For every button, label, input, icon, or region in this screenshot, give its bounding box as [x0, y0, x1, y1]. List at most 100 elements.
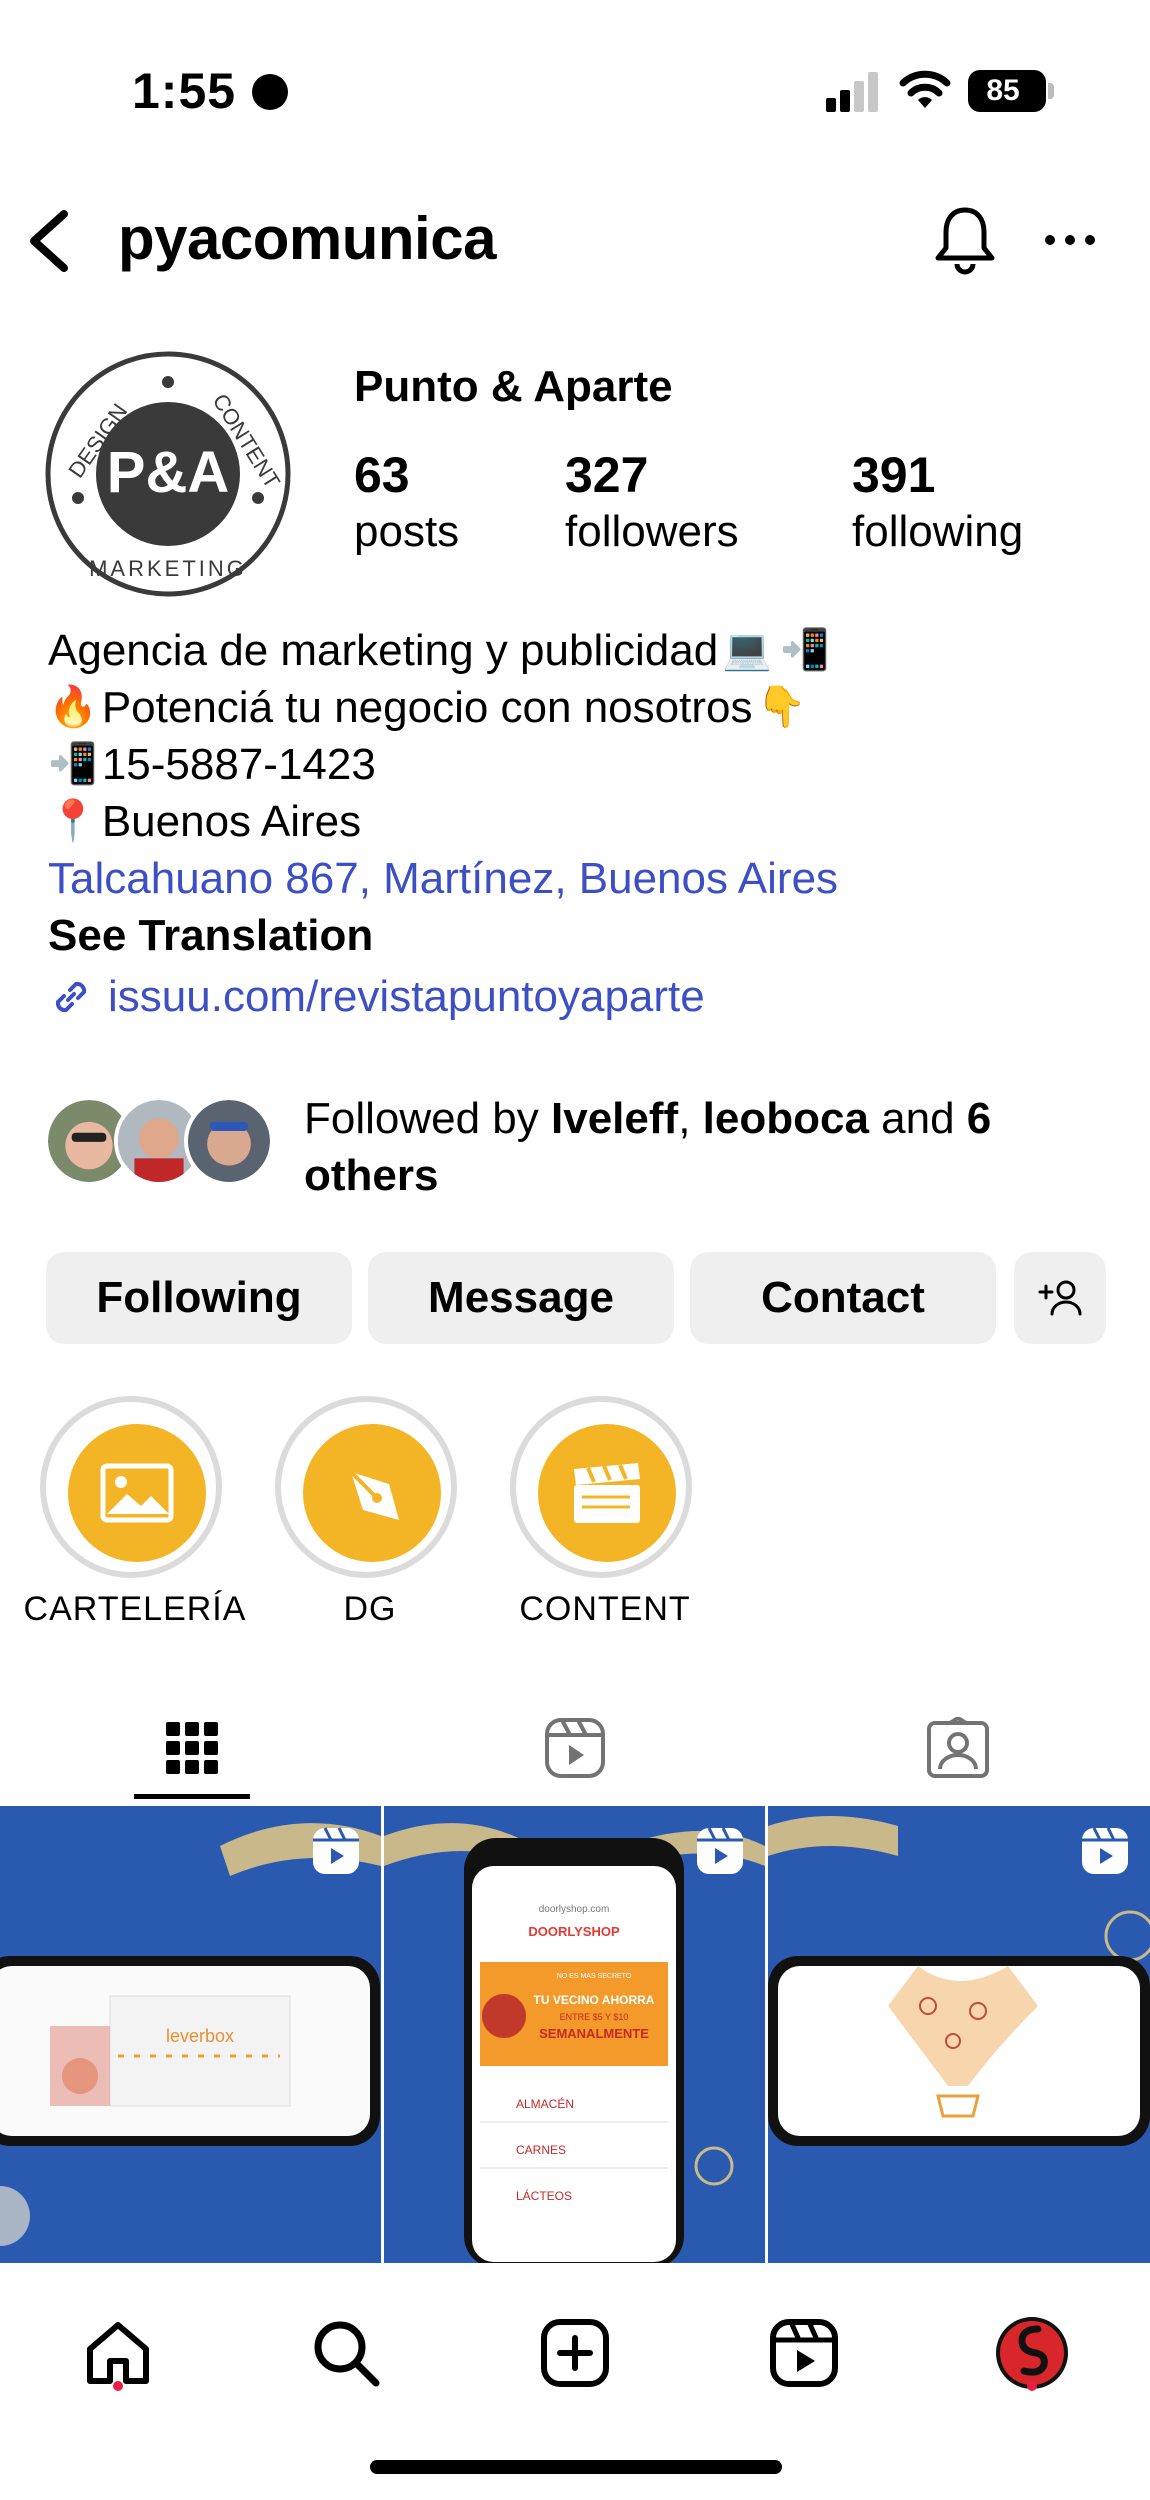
- post-banner-week: SEMANALMENTE: [539, 2026, 649, 2041]
- follower-name[interactable]: Iveleff: [551, 1094, 678, 1143]
- stat-posts-value: 63: [354, 447, 410, 503]
- grid-icon: [165, 1722, 218, 1774]
- tab-reels[interactable]: [383, 1690, 766, 1806]
- battery-icon: 85: [968, 70, 1054, 112]
- following-button[interactable]: Following: [46, 1252, 352, 1344]
- profile-username: pyacomunica: [118, 205, 496, 272]
- story-highlight[interactable]: CARTELERÍA: [24, 1396, 245, 1636]
- fire-emoji-icon: 🔥: [48, 685, 98, 729]
- highlight-ring: [510, 1396, 692, 1578]
- post-site-text: doorlyshop.com: [539, 1904, 610, 1915]
- profile-bio: Agencia de marketing y publicidad 💻 📲 🔥 …: [48, 622, 1108, 1025]
- grid-post[interactable]: [768, 1806, 1150, 2263]
- stat-following-label: following: [852, 507, 1024, 556]
- tab-tagged[interactable]: [766, 1690, 1149, 1806]
- highlight-cover: [538, 1424, 676, 1562]
- grid-post[interactable]: doorlyshop.com DOORLYSHOP NO ES MAS SECR…: [384, 1806, 765, 2263]
- message-button[interactable]: Message: [368, 1252, 674, 1344]
- reel-badge-icon: [313, 1827, 359, 1874]
- profile-avatar: [996, 2317, 1068, 2389]
- link-icon: [55, 981, 87, 1012]
- clapperboard-icon: [574, 1463, 640, 1523]
- stat-posts-label: posts: [354, 507, 460, 556]
- post-brand-text: DOORLYSHOP: [528, 1924, 620, 1939]
- stat-following-value: 391: [852, 447, 936, 503]
- status-time: 1:55: [132, 63, 237, 119]
- highlight-cover: [303, 1424, 441, 1562]
- post-banner-small: NO ES MAS SECRETO: [557, 1973, 632, 1980]
- followed-by-text: Followed by Iveleff, leoboca and 6 other…: [304, 1090, 1104, 1204]
- suggested-accounts-button[interactable]: [1014, 1252, 1106, 1344]
- bio-address-link[interactable]: Talcahuano 867, Martínez, Buenos Aires: [48, 850, 838, 907]
- bio-line: See Translation: [48, 907, 1108, 964]
- bio-phone: 15-5887-1423: [101, 740, 376, 789]
- follower-avatar: [184, 1096, 274, 1186]
- avatar-ring-marketing: MARKETING: [89, 556, 247, 581]
- recording-dot-icon: [252, 74, 288, 110]
- battery-level: 85: [986, 74, 1020, 107]
- phone-arrow-emoji-icon: 📲: [780, 628, 830, 672]
- reels-icon: [544, 1718, 605, 1778]
- grid-post[interactable]: leverbox: [0, 1806, 381, 2263]
- contact-button[interactable]: Contact: [690, 1252, 996, 1344]
- active-tab-indicator: [134, 1794, 250, 1799]
- post-banner-sub: ENTRE $5 Y $10: [560, 2012, 629, 2022]
- wifi-icon: [899, 70, 951, 108]
- profile-display-name: Punto & Aparte: [354, 362, 673, 411]
- more-options-icon[interactable]: [1040, 210, 1100, 270]
- post-brand-text: leverbox: [166, 2026, 234, 2046]
- story-highlight[interactable]: DG: [275, 1396, 465, 1636]
- bio-line: Agencia de marketing y publicidad 💻 📲: [48, 622, 1108, 679]
- home-indicator[interactable]: [370, 2460, 782, 2474]
- tab-posts-grid[interactable]: [0, 1690, 383, 1806]
- pin-emoji-icon: 📍: [48, 799, 98, 843]
- stat-following[interactable]: 391 following: [852, 448, 1023, 560]
- create-icon: [541, 2319, 609, 2387]
- bio-tagline: Potenciá tu negocio con nosotros: [101, 683, 753, 732]
- stat-followers-label: followers: [565, 507, 739, 556]
- nav-reels[interactable]: [754, 2303, 854, 2403]
- see-translation-link[interactable]: See Translation: [48, 907, 373, 964]
- highlight-ring: [275, 1396, 457, 1578]
- bio-description: Agencia de marketing y publicidad: [48, 626, 719, 675]
- story-highlight[interactable]: CONTENT: [510, 1396, 700, 1636]
- highlight-ring: [40, 1396, 222, 1578]
- profile-header: pyacomunica: [0, 190, 1150, 290]
- back-chevron-icon[interactable]: [22, 206, 82, 276]
- bio-line: issuu.com/revistapuntoyaparte: [48, 968, 1108, 1025]
- profile-actions: Following Message Contact: [46, 1252, 1106, 1344]
- reels-icon: [770, 2319, 838, 2387]
- search-icon: [314, 2321, 380, 2387]
- nav-profile-notification-dot: [1027, 2381, 1037, 2391]
- bio-website-link[interactable]: issuu.com/revistapuntoyaparte: [108, 968, 705, 1025]
- nav-create[interactable]: [525, 2303, 625, 2403]
- home-icon: [87, 2322, 149, 2384]
- image-icon: [100, 1463, 174, 1523]
- notifications-bell-icon[interactable]: [930, 202, 1000, 278]
- tagged-icon: [926, 1717, 989, 1778]
- profile-avatar[interactable]: P&A DESIGN CONTENT MARKETING: [44, 350, 292, 598]
- posts-grid: leverbox doorlyshop.com DOORLYSHOP NO ES…: [0, 1806, 1150, 2263]
- bio-city: Buenos Aires: [101, 797, 362, 846]
- bio-line: 🔥 Potenciá tu negocio con nosotros 👇: [48, 679, 1108, 736]
- nav-home-notification-dot: [113, 2381, 123, 2391]
- follower-name[interactable]: leoboca: [703, 1094, 869, 1143]
- status-bar: 1:55 85: [0, 0, 1150, 190]
- stat-posts[interactable]: 63 posts: [354, 448, 459, 560]
- followed-by-row[interactable]: Followed by Iveleff, leoboca and 6 other…: [44, 1090, 1114, 1210]
- avatar-logo-text: P&A: [107, 440, 229, 505]
- followed-by-and: and: [868, 1094, 967, 1143]
- nav-search[interactable]: [296, 2303, 396, 2403]
- cellular-signal-icon: [826, 72, 878, 112]
- bio-line: 📍 Buenos Aires: [48, 793, 1108, 850]
- reel-badge-icon: [697, 1827, 743, 1874]
- post-menu-item: LÁCTEOS: [516, 2188, 572, 2203]
- bio-line: Talcahuano 867, Martínez, Buenos Aires: [48, 850, 1108, 907]
- followed-by-prefix: Followed by: [304, 1094, 552, 1143]
- post-banner-main: TU VECINO AHORRA: [534, 1993, 655, 2007]
- bio-line: 📲 15-5887-1423: [48, 736, 1108, 793]
- highlight-label: CONTENT: [519, 1590, 691, 1628]
- stat-followers[interactable]: 327 followers: [565, 448, 739, 560]
- post-menu-item: CARNES: [516, 2143, 566, 2157]
- reel-badge-icon: [1082, 1827, 1128, 1874]
